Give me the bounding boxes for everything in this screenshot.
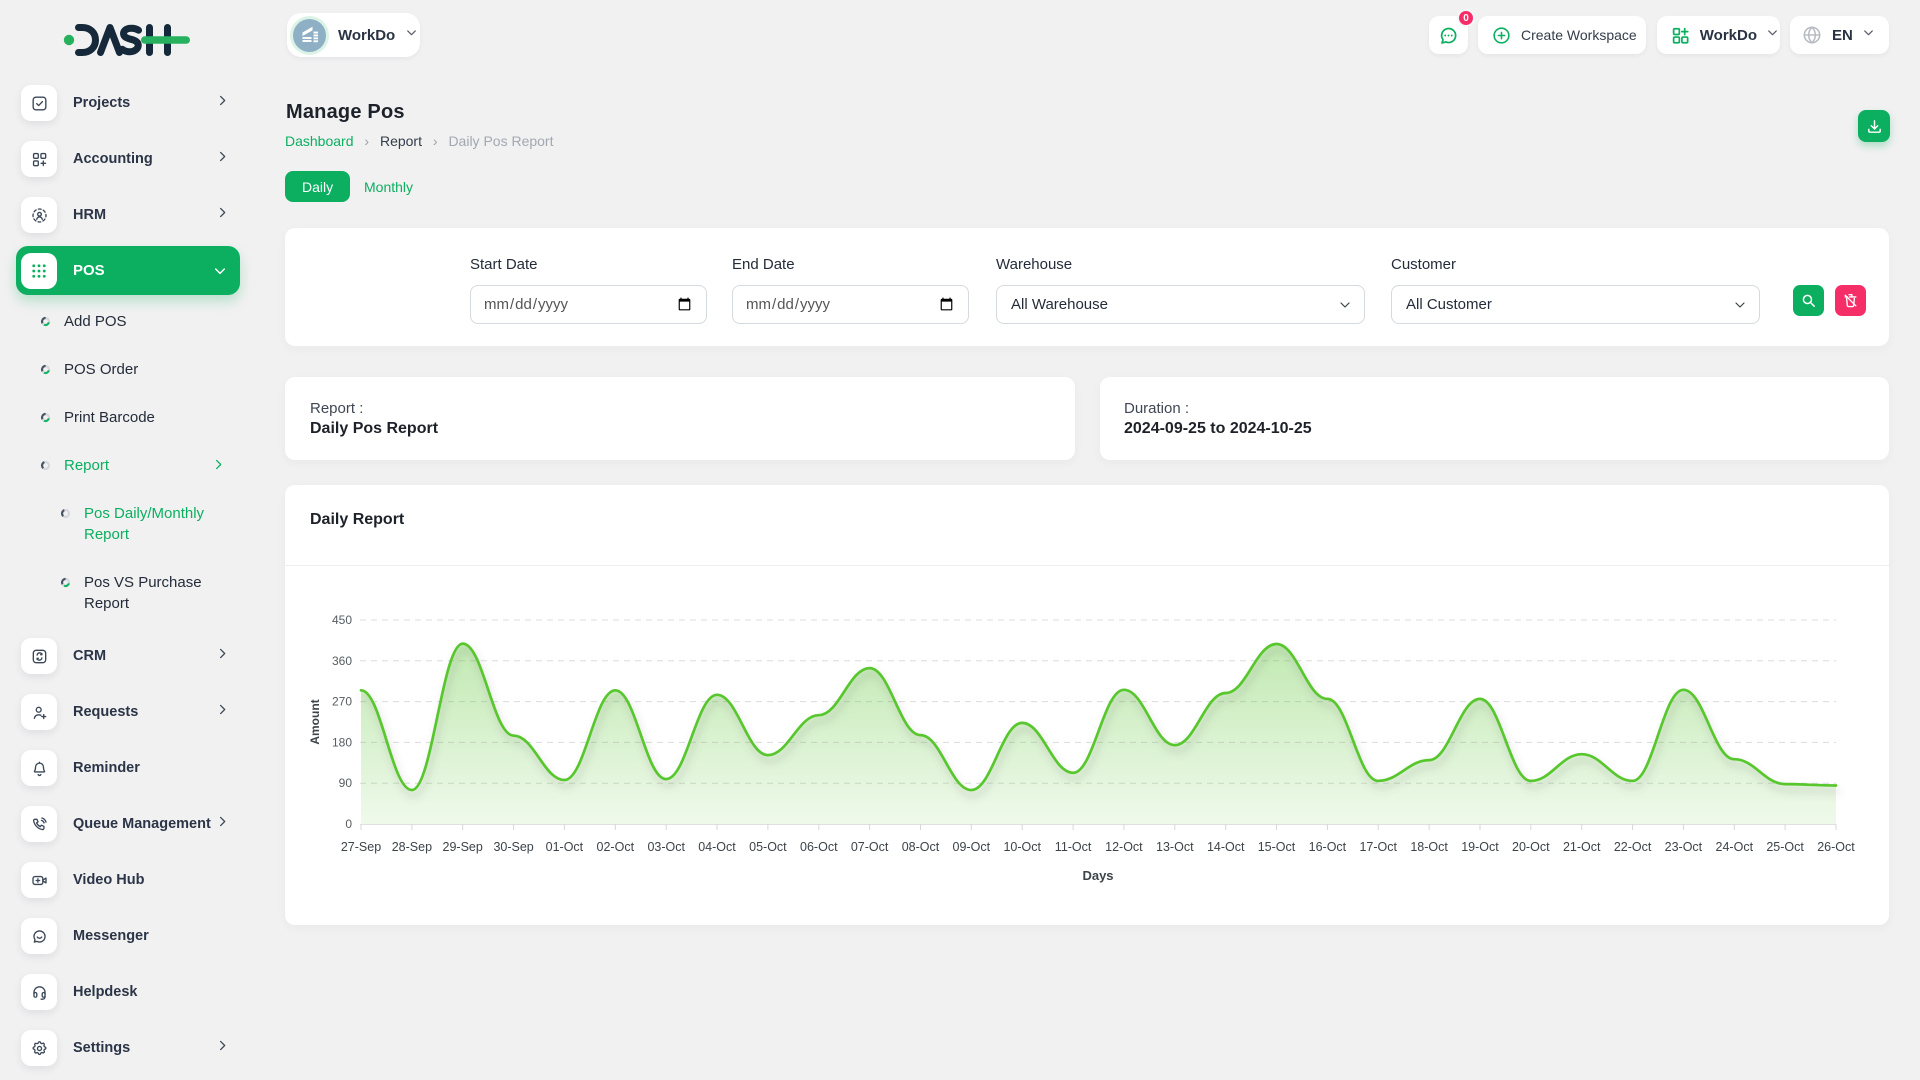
svg-text:17-Oct: 17-Oct bbox=[1359, 840, 1397, 854]
svg-text:04-Oct: 04-Oct bbox=[698, 840, 736, 854]
svg-text:29-Sep: 29-Sep bbox=[443, 840, 483, 854]
svg-text:30-Sep: 30-Sep bbox=[493, 840, 533, 854]
svg-text:Days: Days bbox=[1082, 868, 1113, 883]
svg-text:01-Oct: 01-Oct bbox=[546, 840, 584, 854]
svg-text:19-Oct: 19-Oct bbox=[1461, 840, 1499, 854]
svg-text:0: 0 bbox=[345, 817, 352, 831]
svg-text:15-Oct: 15-Oct bbox=[1258, 840, 1296, 854]
svg-text:20-Oct: 20-Oct bbox=[1512, 840, 1550, 854]
svg-text:10-Oct: 10-Oct bbox=[1003, 840, 1041, 854]
svg-text:27-Sep: 27-Sep bbox=[341, 840, 381, 854]
svg-text:25-Oct: 25-Oct bbox=[1766, 840, 1804, 854]
svg-text:28-Sep: 28-Sep bbox=[392, 840, 432, 854]
svg-text:08-Oct: 08-Oct bbox=[902, 840, 940, 854]
svg-text:16-Oct: 16-Oct bbox=[1309, 840, 1347, 854]
svg-text:360: 360 bbox=[332, 654, 352, 668]
svg-text:07-Oct: 07-Oct bbox=[851, 840, 889, 854]
svg-text:180: 180 bbox=[332, 735, 352, 749]
svg-text:90: 90 bbox=[339, 776, 353, 790]
svg-text:24-Oct: 24-Oct bbox=[1716, 840, 1754, 854]
svg-text:03-Oct: 03-Oct bbox=[647, 840, 685, 854]
svg-text:270: 270 bbox=[332, 695, 352, 709]
svg-text:18-Oct: 18-Oct bbox=[1410, 840, 1448, 854]
svg-text:12-Oct: 12-Oct bbox=[1105, 840, 1143, 854]
svg-text:23-Oct: 23-Oct bbox=[1665, 840, 1703, 854]
svg-text:26-Oct: 26-Oct bbox=[1817, 840, 1855, 854]
svg-text:22-Oct: 22-Oct bbox=[1614, 840, 1652, 854]
svg-text:21-Oct: 21-Oct bbox=[1563, 840, 1601, 854]
svg-text:450: 450 bbox=[332, 613, 352, 627]
svg-text:05-Oct: 05-Oct bbox=[749, 840, 787, 854]
svg-text:Amount: Amount bbox=[308, 699, 322, 744]
svg-text:02-Oct: 02-Oct bbox=[597, 840, 635, 854]
svg-text:09-Oct: 09-Oct bbox=[953, 840, 991, 854]
svg-text:06-Oct: 06-Oct bbox=[800, 840, 838, 854]
svg-text:14-Oct: 14-Oct bbox=[1207, 840, 1245, 854]
svg-text:13-Oct: 13-Oct bbox=[1156, 840, 1194, 854]
svg-text:11-Oct: 11-Oct bbox=[1055, 840, 1092, 854]
